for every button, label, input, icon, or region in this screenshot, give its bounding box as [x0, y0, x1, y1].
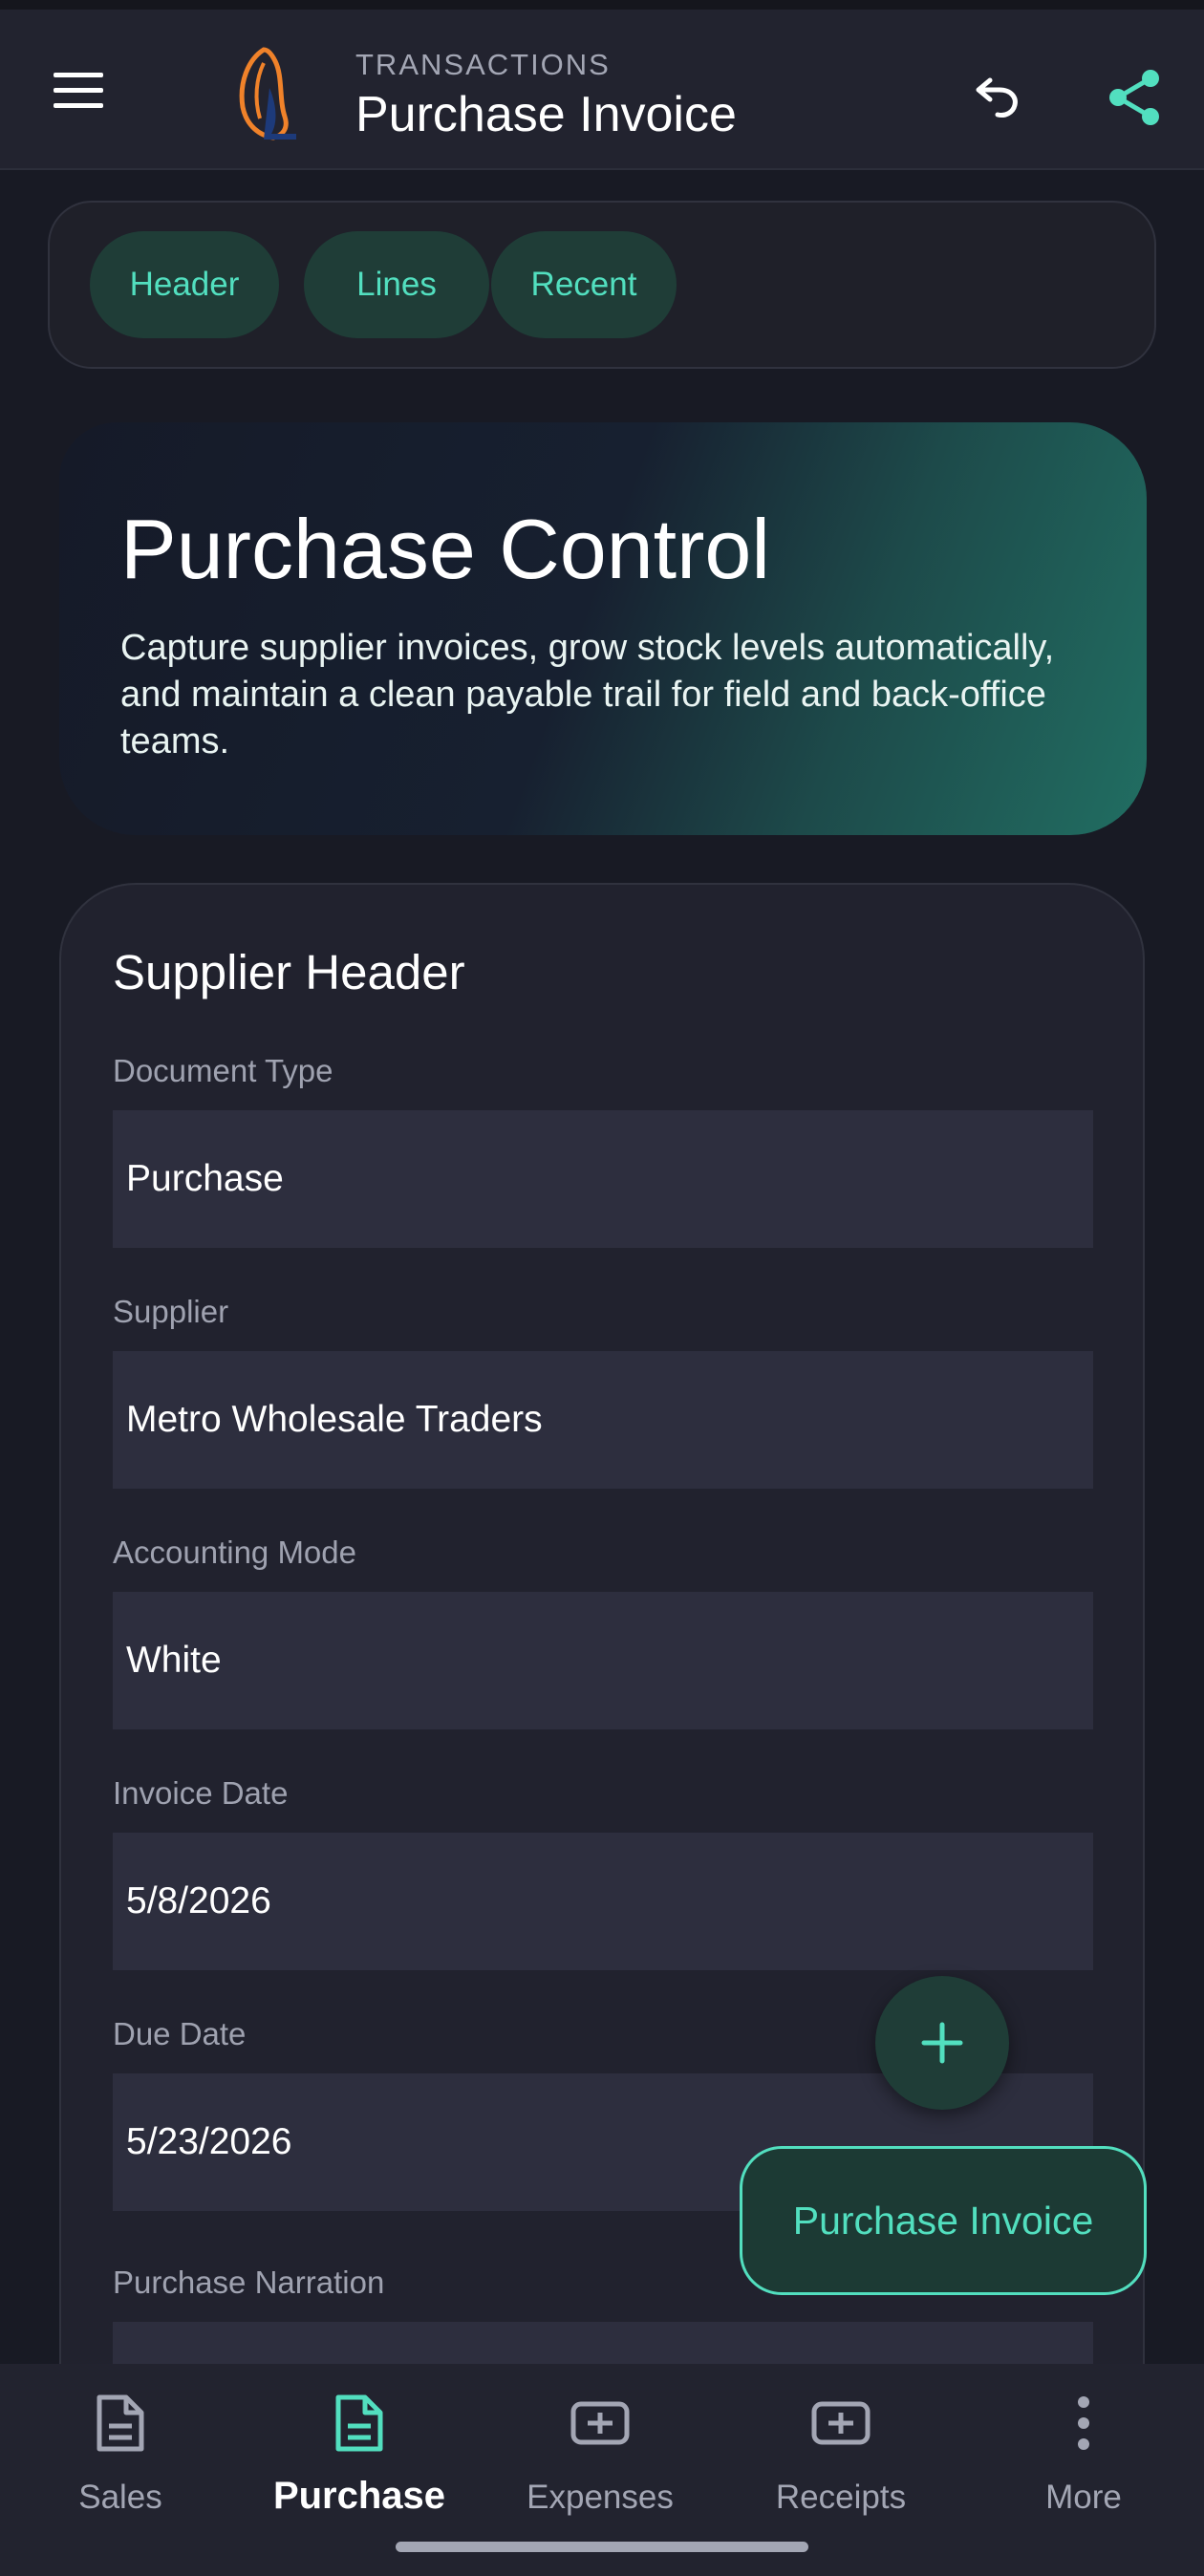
nav-label-sales: Sales [78, 2479, 162, 2516]
document-icon [321, 2385, 398, 2461]
card-title: Supplier Header [113, 945, 465, 999]
more-vert-icon [1045, 2385, 1122, 2461]
undo-icon[interactable] [959, 55, 1036, 132]
section-chip-bar: Header Lines Recent [48, 201, 1156, 369]
invoice-date-field[interactable]: 5/8/2026 [113, 1833, 1093, 1970]
nav-item-expenses[interactable]: Expenses [495, 2385, 705, 2538]
accounting-mode-field[interactable]: White [113, 1592, 1093, 1729]
chip-lines[interactable]: Lines [304, 231, 489, 338]
document-type-field[interactable]: Purchase [113, 1110, 1093, 1248]
nav-label-more: More [1045, 2479, 1122, 2516]
app-bar: TRANSACTIONS Purchase Invoice [0, 10, 1204, 170]
supplier-label: Supplier [113, 1294, 229, 1329]
share-icon[interactable] [1097, 59, 1173, 136]
home-indicator[interactable] [396, 2542, 808, 2552]
hero-subtitle: Capture supplier invoices, grow stock le… [120, 628, 1055, 762]
nav-item-purchase[interactable]: Purchase [254, 2385, 464, 2538]
hero-banner: Purchase Control Capture supplier invoic… [59, 422, 1147, 835]
nav-item-more[interactable]: More [978, 2385, 1189, 2538]
add-fab[interactable] [875, 1976, 1009, 2110]
add-box-icon [562, 2385, 638, 2461]
due-date-label: Due Date [113, 2016, 247, 2051]
chip-header[interactable]: Header [90, 231, 279, 338]
shell-logo [226, 44, 302, 143]
plus-icon [921, 2022, 963, 2064]
app-bar-overline: TRANSACTIONS [355, 48, 611, 81]
hero-title: Purchase Control [120, 502, 770, 596]
chip-recent[interactable]: Recent [491, 231, 677, 338]
nav-label-purchase: Purchase [272, 2475, 446, 2517]
nav-label-receipts: Receipts [775, 2479, 907, 2516]
purchase-invoice-button[interactable]: Purchase Invoice [740, 2146, 1147, 2295]
status-bar [0, 0, 1204, 10]
purchase-narration-label: Purchase Narration [113, 2265, 385, 2300]
add-box-icon [803, 2385, 879, 2461]
document-icon [82, 2385, 159, 2461]
nav-item-sales[interactable]: Sales [15, 2385, 226, 2538]
invoice-date-label: Invoice Date [113, 1775, 289, 1811]
nav-label-expenses: Expenses [527, 2479, 674, 2516]
hamburger-menu-icon[interactable] [50, 67, 111, 113]
supplier-field[interactable]: Metro Wholesale Traders [113, 1351, 1093, 1489]
accounting-mode-label: Accounting Mode [113, 1535, 356, 1570]
nav-item-receipts[interactable]: Receipts [736, 2385, 946, 2538]
document-type-label: Document Type [113, 1053, 333, 1088]
page-title: Purchase Invoice [355, 87, 737, 142]
